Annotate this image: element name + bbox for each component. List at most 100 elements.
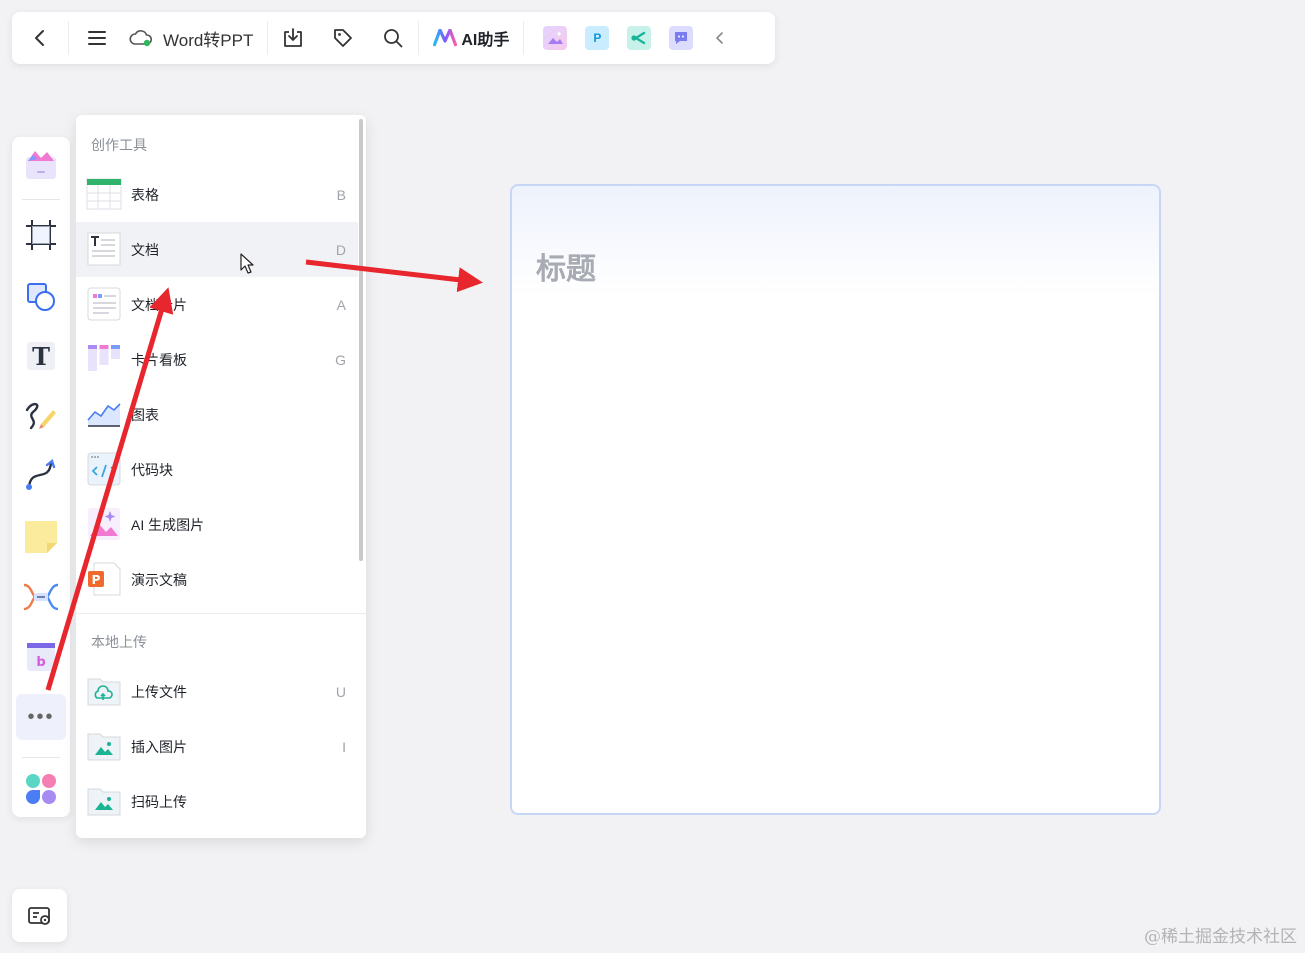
tag-icon xyxy=(334,29,353,47)
timeline-tool[interactable]: b xyxy=(21,637,61,677)
section-title-create: 创作工具 xyxy=(91,137,147,153)
watermark: @稀土掘金技术社区 xyxy=(1144,927,1297,947)
apps-tool[interactable] xyxy=(21,769,61,809)
svg-text:T: T xyxy=(32,342,50,371)
search-button[interactable] xyxy=(368,12,418,64)
menu-item-presentation[interactable]: P 演示文稿 xyxy=(76,552,358,607)
document-icon xyxy=(87,232,121,266)
ai-assistant-button[interactable]: AI助手 xyxy=(419,26,523,50)
apps-grid-icon xyxy=(26,774,56,804)
document-card[interactable]: 标题 xyxy=(510,184,1161,815)
connector-tool[interactable] xyxy=(21,455,61,495)
menu-item-label: 卡片看板 xyxy=(131,351,187,368)
upload-file-icon xyxy=(87,678,121,706)
shortcut-key: A xyxy=(336,296,346,313)
card-title-placeholder[interactable]: 标题 xyxy=(536,244,596,288)
presentation-icon: P xyxy=(88,562,121,596)
menu-item-ai-image[interactable]: AI 生成图片 xyxy=(76,497,358,552)
cloud-synced-icon xyxy=(129,30,153,47)
p-app-button[interactable]: P xyxy=(576,12,618,64)
kanban-icon xyxy=(88,345,120,371)
panel-scrollbar[interactable] xyxy=(359,119,363,561)
section-divider xyxy=(76,613,366,614)
menu-item-label: 上传文件 xyxy=(131,683,187,700)
menu-item-label: 演示文稿 xyxy=(131,571,187,588)
minimap-button[interactable] xyxy=(12,889,67,942)
menu-item-label: 代码块 xyxy=(131,461,173,478)
document-title-text: Word转PPT xyxy=(163,30,254,50)
frame-tool[interactable] xyxy=(21,215,61,255)
shortcut-key: I xyxy=(342,738,346,755)
shortcut-key: U xyxy=(335,683,346,700)
chart-icon xyxy=(87,403,121,427)
mouse-cursor-icon xyxy=(240,253,254,274)
text-icon: T xyxy=(27,342,55,371)
menu-button[interactable] xyxy=(69,12,125,64)
pen-tool[interactable] xyxy=(21,396,61,436)
mindmap-tool[interactable] xyxy=(21,577,61,617)
pen-icon xyxy=(25,402,56,430)
menu-item-table[interactable]: 表格 B xyxy=(76,167,358,222)
more-tools-button[interactable]: ••• xyxy=(16,694,66,740)
toolbar-divider xyxy=(22,199,60,200)
menu-item-label: AI 生成图片 xyxy=(131,516,205,533)
collapse-apps-button[interactable] xyxy=(702,12,738,64)
svg-text:P: P xyxy=(92,573,101,587)
mindmap-app-icon xyxy=(627,26,652,50)
menu-item-label: 插入图片 xyxy=(131,738,187,755)
chevron-left-icon xyxy=(35,30,44,46)
menu-item-doc-card[interactable]: 文档卡片 A xyxy=(76,277,358,332)
connector-icon xyxy=(26,458,56,490)
shortcut-key: D xyxy=(335,241,346,258)
ai-image-icon xyxy=(88,508,120,540)
back-button[interactable] xyxy=(12,12,68,64)
chevron-left-small-icon xyxy=(716,32,724,44)
top-toolbar: Word转PPT AI助手 P xyxy=(12,12,775,64)
download-button[interactable] xyxy=(268,12,318,64)
chat-app-icon xyxy=(669,26,694,50)
map-view-icon xyxy=(27,906,50,925)
menu-item-label: 文档 xyxy=(131,241,159,258)
chat-app-button[interactable] xyxy=(660,12,702,64)
shape-icon xyxy=(27,283,55,311)
menu-item-upload-file[interactable]: 上传文件 U xyxy=(76,664,358,719)
code-block-icon xyxy=(87,452,121,486)
left-toolbar: T b ••• xyxy=(12,137,70,817)
doc-card-icon xyxy=(87,287,121,321)
shape-tool[interactable] xyxy=(21,277,61,317)
menu-item-insert-image[interactable]: 插入图片 I xyxy=(76,719,358,774)
section-title-upload: 本地上传 xyxy=(91,634,147,650)
document-title[interactable]: Word转PPT xyxy=(125,26,267,51)
menu-item-label: 文档卡片 xyxy=(131,296,187,313)
tag-button[interactable] xyxy=(318,12,368,64)
sticky-note-icon xyxy=(25,521,57,553)
p-app-icon: P xyxy=(585,26,610,50)
menu-item-kanban[interactable]: 卡片看板 G xyxy=(76,332,358,387)
menu-item-label: 图表 xyxy=(131,406,159,423)
mindmap-icon xyxy=(23,583,59,611)
text-tool[interactable]: T xyxy=(21,336,61,376)
insert-image-icon xyxy=(87,733,121,761)
ai-assistant-label: AI助手 xyxy=(461,32,510,49)
template-tool[interactable] xyxy=(21,145,61,185)
ai-image-app-icon xyxy=(543,26,568,50)
ai-logo-icon xyxy=(433,29,458,47)
shortcut-key: G xyxy=(335,351,346,368)
menu-item-code-block[interactable]: 代码块 xyxy=(76,442,358,497)
menu-item-doc[interactable]: 文档 D xyxy=(76,222,358,277)
search-icon xyxy=(384,29,403,48)
timeline-icon: b xyxy=(27,643,55,671)
toolbar-divider xyxy=(22,757,60,758)
scan-upload-icon xyxy=(87,788,121,816)
hamburger-icon xyxy=(88,31,106,45)
ai-image-app-button[interactable] xyxy=(534,12,576,64)
menu-item-label: 表格 xyxy=(131,186,159,203)
toolbar-divider xyxy=(523,21,525,55)
table-icon xyxy=(86,178,122,210)
template-icon xyxy=(26,151,56,179)
menu-item-scan-upload[interactable]: 扫码上传 xyxy=(76,774,358,829)
mindmap-app-button[interactable] xyxy=(618,12,660,64)
menu-item-chart[interactable]: 图表 xyxy=(76,387,358,442)
download-icon xyxy=(284,28,303,47)
sticky-note-tool[interactable] xyxy=(21,517,61,557)
